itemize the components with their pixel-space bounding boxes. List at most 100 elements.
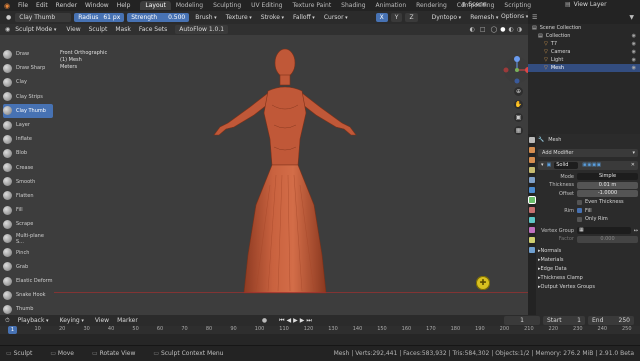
- marker-menu[interactable]: Marker: [113, 317, 142, 324]
- properties-tab-icon[interactable]: [529, 167, 535, 173]
- menu-file[interactable]: File: [14, 2, 32, 9]
- modifier-header[interactable]: ▾ ▣ Solid ▣▣▣▣ ✕: [538, 161, 638, 170]
- modifier-close-icon[interactable]: ✕: [631, 162, 635, 168]
- tab-texture-paint[interactable]: Texture Paint: [287, 1, 336, 10]
- timeline-ruler[interactable]: 1102030405060708090100110120130140150160…: [0, 326, 640, 334]
- cursor-menu[interactable]: Cursor: [321, 14, 351, 21]
- tab-modeling[interactable]: Modeling: [171, 1, 208, 10]
- stroke-menu[interactable]: Stroke: [258, 14, 287, 21]
- start-frame-field[interactable]: Start 1: [543, 316, 585, 325]
- menu-window[interactable]: Window: [81, 2, 113, 9]
- offset-field[interactable]: -1.0000: [577, 190, 638, 198]
- end-frame-field[interactable]: End 250: [588, 316, 634, 325]
- add-modifier-button[interactable]: Add Modifier ▾: [538, 148, 638, 157]
- tool-crease[interactable]: Crease: [3, 161, 53, 175]
- brush-icon[interactable]: ●: [6, 14, 11, 21]
- outliner-row-camera[interactable]: ▽ Camera ◉: [528, 48, 640, 56]
- view-menu[interactable]: View: [62, 26, 84, 33]
- timeline-editor-icon[interactable]: ⏱: [5, 317, 10, 325]
- tab-uv-editing[interactable]: UV Editing: [246, 1, 287, 10]
- properties-tab-icon[interactable]: [529, 227, 535, 233]
- even-thickness-checkbox[interactable]: [577, 199, 582, 205]
- tab-animation[interactable]: Animation: [371, 1, 412, 10]
- scene-collection-row[interactable]: ▤ Scene Collection: [528, 24, 640, 32]
- menu-help[interactable]: Help: [113, 2, 135, 9]
- menu-render[interactable]: Render: [52, 2, 81, 9]
- tool-layer[interactable]: Layer: [3, 118, 53, 132]
- mask-menu[interactable]: Mask: [111, 26, 134, 33]
- jump-start-icon[interactable]: ⏮: [279, 317, 286, 324]
- tool-inflate[interactable]: Inflate: [3, 132, 53, 146]
- factor-field[interactable]: 0.000: [577, 235, 638, 243]
- timeline-body[interactable]: [0, 334, 640, 345]
- overlay-icon[interactable]: ◐: [470, 26, 475, 33]
- mode-select[interactable]: Simple: [577, 173, 638, 181]
- rendered-shading-icon[interactable]: ◑: [517, 26, 522, 33]
- outliner-row-light[interactable]: ▽ Light ◉: [528, 56, 640, 64]
- only-rim-row[interactable]: Only Rim: [538, 215, 638, 224]
- keying-menu[interactable]: Keying: [56, 317, 88, 324]
- tool-clay[interactable]: Clay: [3, 75, 53, 89]
- eye-icon[interactable]: ◉: [632, 64, 636, 72]
- record-icon[interactable]: ●: [262, 317, 267, 324]
- mode-selector[interactable]: Sculpt Mode: [12, 26, 59, 33]
- collapse-arrow-icon[interactable]: ▾: [541, 162, 544, 168]
- tool-draw[interactable]: Draw: [3, 47, 53, 61]
- remesh-menu[interactable]: Remesh: [467, 14, 501, 21]
- only-rim-checkbox[interactable]: [577, 216, 582, 222]
- texture-menu[interactable]: Texture: [223, 14, 255, 21]
- panel-thickness-clamp[interactable]: ▸ Thickness Clamp: [538, 274, 638, 283]
- 3d-cursor-icon[interactable]: ✚: [476, 276, 490, 290]
- zoom-icon[interactable]: ⊕: [514, 87, 523, 96]
- outliner-row-t7[interactable]: ▽ T7 ◉: [528, 40, 640, 48]
- tool-flatten[interactable]: Flatten: [3, 189, 53, 203]
- y-axis-toggle[interactable]: Y: [390, 13, 403, 22]
- outliner-editor-icon[interactable]: ☰: [532, 14, 537, 21]
- panel-output-vertex-groups[interactable]: ▸ Output Vertex Groups: [538, 283, 638, 292]
- scene-selector[interactable]: ▮ Scene: [462, 1, 487, 8]
- tool-draw-sharp[interactable]: Draw Sharp: [3, 61, 53, 75]
- falloff-menu[interactable]: Falloff: [290, 14, 318, 21]
- tab-rendering[interactable]: Rendering: [411, 1, 452, 10]
- vertex-group-field[interactable]: ▦: [577, 227, 631, 235]
- xray-icon[interactable]: □: [480, 26, 486, 33]
- tool-fill[interactable]: Fill: [3, 203, 53, 217]
- fill-checkbox[interactable]: [577, 208, 582, 214]
- playhead[interactable]: 1: [8, 326, 17, 334]
- tool-elastic-deform[interactable]: Elastic Deform: [3, 274, 53, 288]
- tab-shading[interactable]: Shading: [336, 1, 370, 10]
- tool-multi-plane-s[interactable]: Multi-plane S...: [3, 231, 53, 245]
- brush-name[interactable]: Clay Thumb: [15, 13, 72, 22]
- tab-sculpting[interactable]: Sculpting: [208, 1, 246, 10]
- sculpt-menu[interactable]: Sculpt: [85, 26, 112, 33]
- outliner-row-collection[interactable]: ▤ Collection ◉: [528, 32, 640, 40]
- properties-tab-icon[interactable]: [529, 137, 535, 143]
- face-sets-menu[interactable]: Face Sets: [135, 26, 171, 33]
- thickness-field[interactable]: 0.01 m: [577, 181, 638, 189]
- view-layer-selector[interactable]: ▤ View Layer: [565, 1, 607, 8]
- properties-tab-icon[interactable]: [529, 217, 535, 223]
- filter-icon[interactable]: ▼: [629, 14, 634, 21]
- properties-tab-icon[interactable]: [529, 147, 535, 153]
- eye-icon[interactable]: ◉: [632, 48, 636, 56]
- panel-edge-data[interactable]: ▸ Edge Data: [538, 265, 638, 274]
- eye-icon[interactable]: ◉: [632, 56, 636, 64]
- jump-end-icon[interactable]: ⏭: [306, 317, 313, 324]
- play-icon[interactable]: ▶: [293, 317, 300, 324]
- properties-tab-icon[interactable]: [528, 196, 536, 204]
- tool-pinch[interactable]: Pinch: [3, 246, 53, 260]
- tab-layout[interactable]: Layout: [140, 1, 171, 10]
- strength-field[interactable]: Strength 0.500: [127, 13, 190, 22]
- properties-tab-icon[interactable]: [529, 247, 535, 253]
- properties-tab-icon[interactable]: [529, 237, 535, 243]
- x-axis-toggle[interactable]: X: [375, 13, 388, 22]
- outliner-row-mesh[interactable]: ▽ Mesh ◉: [528, 64, 640, 72]
- perspective-toggle-icon[interactable]: ▦: [514, 126, 523, 135]
- material-shading-icon[interactable]: ◐: [509, 26, 514, 33]
- tool-smooth[interactable]: Smooth: [3, 175, 53, 189]
- properties-tab-icon[interactable]: [529, 207, 535, 213]
- modifier-name-field[interactable]: Solid: [554, 161, 579, 169]
- camera-view-icon[interactable]: ▣: [514, 113, 523, 122]
- current-frame-field[interactable]: 1: [504, 316, 540, 325]
- playback-menu[interactable]: Playback: [14, 317, 53, 324]
